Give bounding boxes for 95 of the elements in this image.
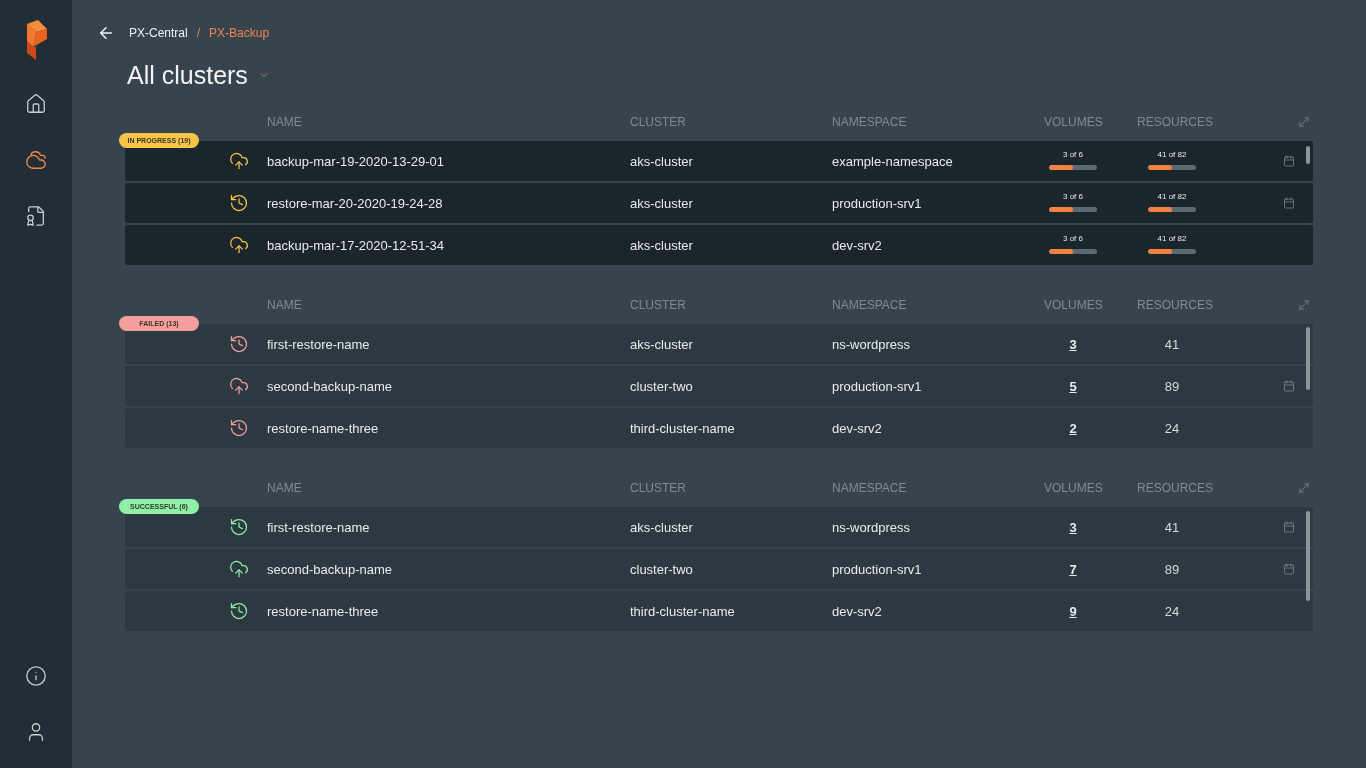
resource-count: 41 xyxy=(1164,336,1180,352)
calendar-icon[interactable] xyxy=(1283,380,1295,392)
progress-label: 3 of 6 xyxy=(1063,233,1083,244)
job-name: restore-name-three xyxy=(267,420,380,436)
column-header: NAME xyxy=(267,115,302,129)
namespace-name: production-srv1 xyxy=(832,195,923,211)
cloud-upload-icon xyxy=(229,376,249,396)
history-icon xyxy=(229,193,249,213)
cluster-name: third-cluster-name xyxy=(630,420,736,436)
namespace-name: dev-srv2 xyxy=(832,237,883,253)
expand-icon[interactable] xyxy=(1297,481,1311,495)
column-header: CLUSTER xyxy=(630,481,686,495)
job-name: restore-name-three xyxy=(267,603,380,619)
cloud-upload-icon xyxy=(229,559,249,579)
column-header: VOLUMES xyxy=(1044,298,1103,312)
clouds-icon[interactable] xyxy=(25,149,47,171)
resource-count: 89 xyxy=(1164,561,1180,577)
column-header: NAME xyxy=(267,298,302,312)
volume-count-link[interactable]: 5 xyxy=(1069,378,1077,394)
table-row[interactable]: restore-name-three third-cluster-name dev-srv2 2 24 xyxy=(125,408,1313,448)
history-icon xyxy=(229,601,249,621)
cluster-name: cluster-two xyxy=(630,561,694,577)
progress-label: 41 of 82 xyxy=(1157,149,1187,160)
column-header: CLUSTER xyxy=(630,115,686,129)
table-row[interactable]: restore-name-three third-cluster-name dev-srv2 9 24 xyxy=(125,591,1313,631)
calendar-icon[interactable] xyxy=(1283,563,1295,575)
namespace-name: production-srv1 xyxy=(832,561,923,577)
cluster-name: cluster-two xyxy=(630,378,694,394)
job-name: restore-mar-20-2020-19-24-28 xyxy=(267,195,444,211)
column-header: VOLUMES xyxy=(1044,481,1103,495)
table-row[interactable]: restore-mar-20-2020-19-24-28 aks-cluster production-srv1 3 of 6 41 of 82 xyxy=(125,183,1313,223)
cloud-upload-icon xyxy=(229,151,249,171)
page-title: All clusters xyxy=(127,60,248,90)
namespace-name: dev-srv2 xyxy=(832,420,883,436)
column-header: RESOURCES xyxy=(1137,481,1213,495)
expand-icon[interactable] xyxy=(1297,115,1311,129)
volume-count-link[interactable]: 2 xyxy=(1069,420,1077,436)
table-row[interactable]: second-backup-name cluster-two production-srv1 7 89 xyxy=(125,549,1313,589)
column-header: NAMESPACE xyxy=(832,115,907,129)
cluster-name: aks-cluster xyxy=(630,237,694,253)
volume-count-link[interactable]: 3 xyxy=(1069,336,1077,352)
job-name: first-restore-name xyxy=(267,519,371,535)
expand-icon[interactable] xyxy=(1297,298,1311,312)
calendar-icon[interactable] xyxy=(1283,155,1295,167)
scrollbar-thumb[interactable] xyxy=(1306,327,1310,390)
namespace-name: ns-wordpress xyxy=(832,519,912,535)
resource-count: 41 xyxy=(1164,519,1180,535)
breadcrumb-separator: / xyxy=(196,26,201,40)
namespace-name: production-srv1 xyxy=(832,378,923,394)
job-name: second-backup-name xyxy=(267,561,394,577)
column-header: RESOURCES xyxy=(1137,115,1213,129)
scrollbar-thumb[interactable] xyxy=(1306,511,1310,601)
calendar-icon[interactable] xyxy=(1283,197,1295,209)
column-header: NAME xyxy=(267,481,302,495)
table-row[interactable]: second-backup-name cluster-two production-srv1 5 89 xyxy=(125,366,1313,406)
document-badge-icon[interactable] xyxy=(25,205,47,227)
cloud-upload-icon xyxy=(229,235,249,255)
progress-label: 41 of 82 xyxy=(1157,191,1187,202)
cluster-name: third-cluster-name xyxy=(630,603,736,619)
column-header: CLUSTER xyxy=(630,298,686,312)
namespace-name: example-namespace xyxy=(832,153,954,169)
progress-label: 3 of 6 xyxy=(1063,149,1083,160)
cluster-name: aks-cluster xyxy=(630,519,694,535)
cluster-name: aks-cluster xyxy=(630,336,694,352)
breadcrumb-link[interactable]: PX-Central xyxy=(129,26,188,40)
column-header: RESOURCES xyxy=(1137,298,1213,312)
history-icon xyxy=(229,517,249,537)
history-icon xyxy=(229,334,249,354)
job-name: first-restore-name xyxy=(267,336,371,352)
resource-count: 24 xyxy=(1164,603,1180,619)
resource-count: 89 xyxy=(1164,378,1180,394)
job-name: backup-mar-17-2020-12-51-34 xyxy=(267,237,446,253)
logo-icon xyxy=(24,20,48,60)
progress-label: 3 of 6 xyxy=(1063,191,1083,202)
progress-label: 41 of 82 xyxy=(1157,233,1187,244)
column-header: NAMESPACE xyxy=(832,481,907,495)
volume-count-link[interactable]: 3 xyxy=(1069,519,1077,535)
scrollbar-thumb[interactable] xyxy=(1306,146,1310,164)
breadcrumb-link[interactable]: PX-Backup xyxy=(209,26,270,40)
cluster-name: aks-cluster xyxy=(630,195,694,211)
volume-count-link[interactable]: 7 xyxy=(1069,561,1077,577)
home-icon[interactable] xyxy=(25,93,47,115)
column-header: VOLUMES xyxy=(1044,115,1103,129)
table-row[interactable]: backup-mar-17-2020-12-51-34 aks-cluster dev-srv2 3 of 6 41 of 82 xyxy=(125,225,1313,265)
calendar-icon[interactable] xyxy=(1283,521,1295,533)
namespace-name: ns-wordpress xyxy=(832,336,912,352)
column-header: NAMESPACE xyxy=(832,298,907,312)
resource-count: 24 xyxy=(1164,420,1180,436)
namespace-name: dev-srv2 xyxy=(832,603,883,619)
info-icon[interactable] xyxy=(25,665,47,687)
cluster-name: aks-cluster xyxy=(630,153,694,169)
history-icon xyxy=(229,418,249,438)
volume-count-link[interactable]: 9 xyxy=(1069,603,1077,619)
job-name: backup-mar-19-2020-13-29-01 xyxy=(267,153,446,169)
job-name: second-backup-name xyxy=(267,378,394,394)
